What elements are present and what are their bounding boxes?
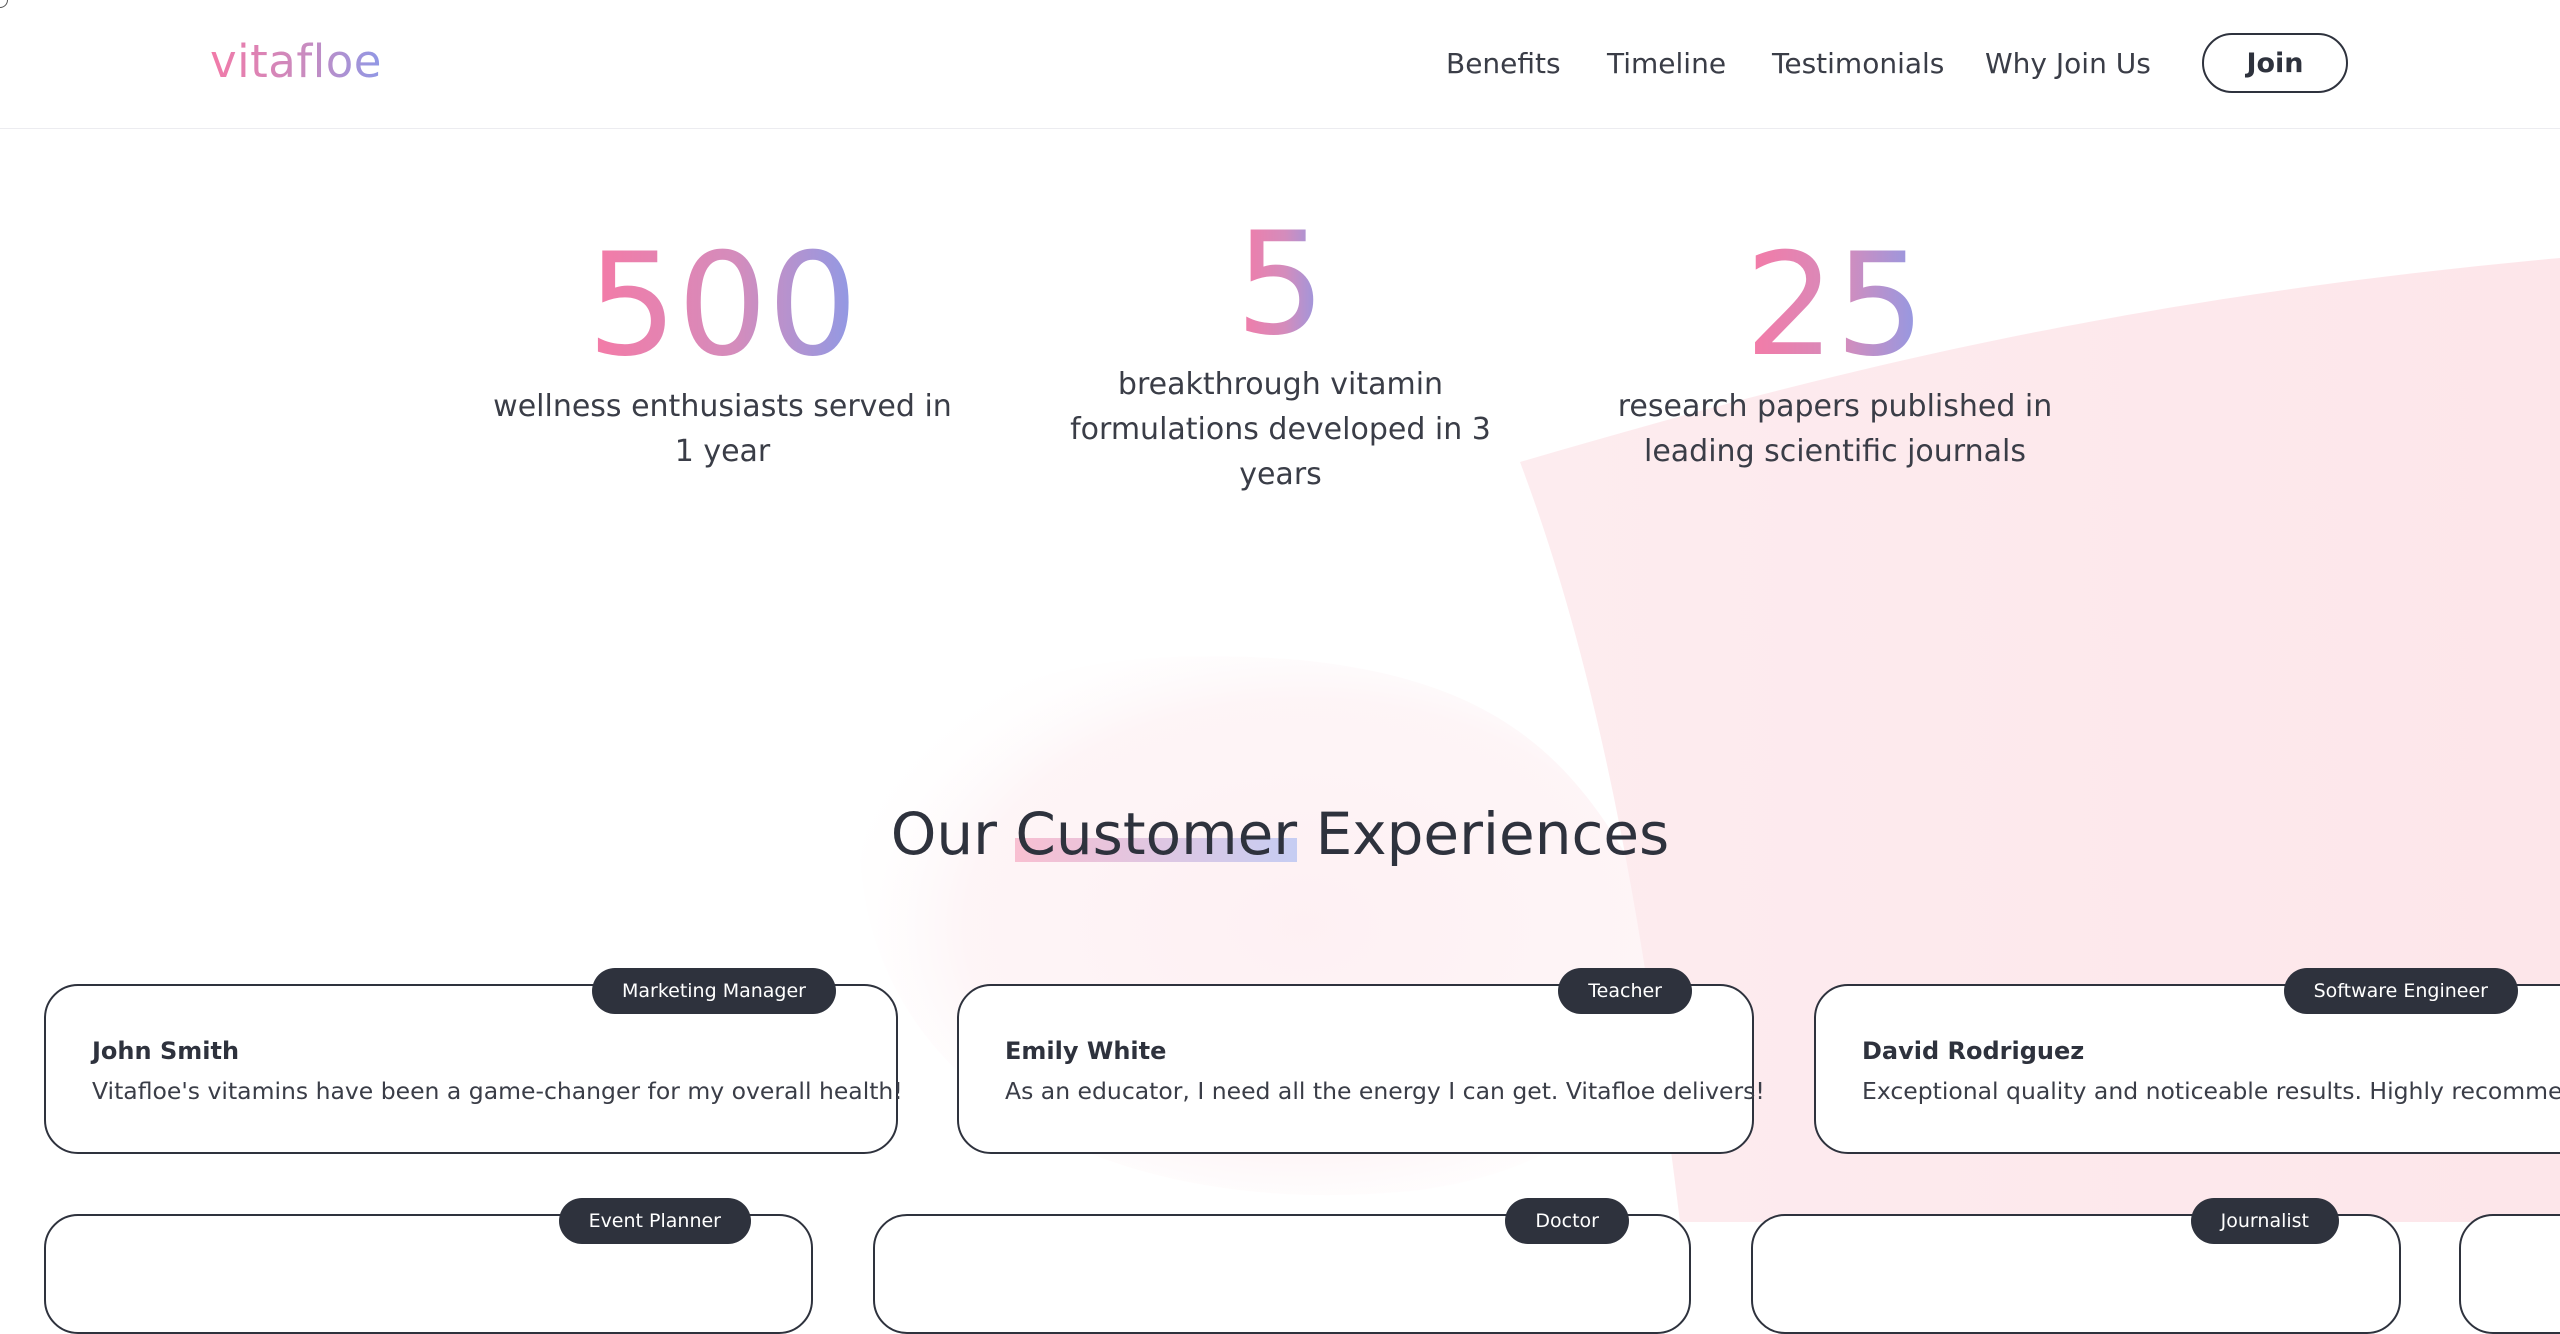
cursor-circle-icon bbox=[0, 0, 8, 8]
customer-quote: As an educator, I need all the energy I … bbox=[1005, 1077, 1765, 1105]
testimonial-card: Journalist bbox=[1751, 1198, 2401, 1334]
section-title-end: Experiences bbox=[1297, 800, 1670, 868]
stat-description: wellness enthusiasts served in 1 year bbox=[493, 389, 952, 469]
stat-number: 25 bbox=[1744, 223, 1926, 388]
nav-link-testimonials[interactable]: Testimonials bbox=[1772, 44, 1944, 84]
stat-number: 5 bbox=[1235, 202, 1326, 367]
role-badge: Doctor bbox=[1505, 1198, 1629, 1244]
testimonial-card: Doctor bbox=[873, 1198, 1691, 1334]
stat-number: 500 bbox=[586, 223, 859, 388]
role-badge: Teacher bbox=[1558, 968, 1692, 1014]
testimonial-card bbox=[2459, 1214, 2560, 1334]
customer-quote: Vitafloe's vitamins have been a game-cha… bbox=[92, 1077, 903, 1105]
customer-quote: Exceptional quality and noticeable resul… bbox=[1862, 1077, 2560, 1105]
role-badge: Software Engineer bbox=[2283, 968, 2518, 1014]
testimonial-card: Teacher Emily White As an educator, I ne… bbox=[957, 968, 1765, 1154]
customer-name: Emily White bbox=[1005, 1037, 1167, 1065]
nav-link-why-join-us[interactable]: Why Join Us bbox=[1985, 44, 2151, 84]
stat-block: 25 research papers published in leading … bbox=[1610, 231, 2060, 474]
join-button[interactable]: Join bbox=[2202, 33, 2348, 93]
customer-name: John Smith bbox=[92, 1037, 240, 1065]
nav-link-benefits[interactable]: Benefits bbox=[1446, 44, 1561, 84]
testimonial-card: Event Planner bbox=[44, 1198, 813, 1334]
role-badge: Event Planner bbox=[558, 1198, 751, 1244]
logo[interactable]: vitafloe bbox=[210, 32, 382, 92]
role-badge: Marketing Manager bbox=[591, 968, 836, 1014]
stat-description: breakthrough vitamin formulations develo… bbox=[1070, 367, 1491, 492]
section-title-start: Our bbox=[890, 800, 1016, 868]
site-header: vitafloe Benefits Timeline Testimonials … bbox=[0, 0, 2560, 129]
section-title: Our Customer Experiences bbox=[0, 796, 2560, 872]
stat-block: 5 breakthrough vitamin formulations deve… bbox=[1063, 210, 1498, 497]
nav-link-timeline[interactable]: Timeline bbox=[1607, 44, 1726, 84]
section-title-highlight: Customer bbox=[1015, 796, 1297, 872]
role-badge: Journalist bbox=[2190, 1198, 2339, 1244]
testimonial-card: Marketing Manager John Smith Vitafloe's … bbox=[44, 968, 903, 1154]
stat-description: research papers published in leading sci… bbox=[1617, 389, 2053, 469]
customer-name: David Rodriguez bbox=[1862, 1037, 2085, 1065]
stat-block: 500 wellness enthusiasts served in 1 yea… bbox=[490, 231, 955, 474]
testimonial-card: Software Engineer David Rodriguez Except… bbox=[1814, 968, 2560, 1154]
